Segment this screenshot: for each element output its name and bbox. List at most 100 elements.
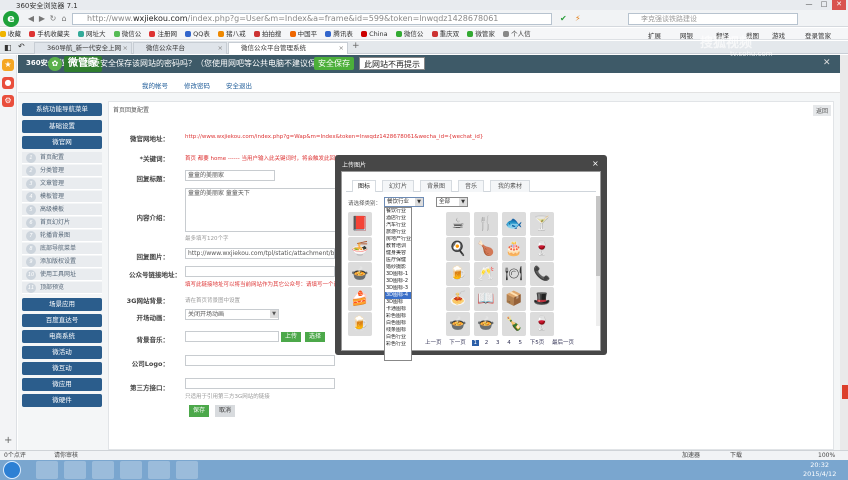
- nav-my-account[interactable]: 我的帐号: [142, 80, 168, 90]
- dropdown-option[interactable]: 彩色图标: [385, 313, 411, 320]
- bookmark-item[interactable]: 拍拍搜: [253, 28, 281, 39]
- dropdown-option[interactable]: 彩色行业: [385, 341, 411, 348]
- icon-tile[interactable]: 🍲: [446, 312, 470, 336]
- undo-close-icon[interactable]: ↶: [18, 42, 25, 51]
- icon-tile[interactable]: 🍷: [530, 312, 554, 336]
- browser-logo-icon[interactable]: e: [3, 11, 19, 27]
- feedback-badge[interactable]: [842, 385, 848, 399]
- dropdown-option[interactable]: 3D图标-4: [385, 292, 411, 299]
- home-icon[interactable]: ⌂: [59, 14, 69, 24]
- sidebar-item[interactable]: 3 文章管理: [22, 178, 102, 190]
- icon-tile[interactable]: 🎩: [530, 287, 554, 311]
- icon-tile[interactable]: 📖: [474, 287, 498, 311]
- bookmark-item[interactable]: 猪八戒: [218, 28, 246, 39]
- tab-music[interactable]: 音乐: [458, 180, 484, 192]
- sidebar-item[interactable]: 7 轮播背景图: [22, 230, 102, 242]
- refresh-icon[interactable]: ↻: [48, 14, 58, 24]
- image-url-input[interactable]: http://www.wxjiekou.com/tpl/static/attac…: [185, 248, 335, 259]
- icon-tile[interactable]: 🍺: [446, 262, 470, 286]
- system-clock[interactable]: 20:32 2015/4/12: [803, 461, 836, 479]
- games-button[interactable]: 游戏: [772, 30, 785, 40]
- sidebar-item[interactable]: 8 底部导航菜单: [22, 243, 102, 255]
- tab-wechat-platform[interactable]: 微信公众平台 ×: [133, 42, 227, 54]
- nav-logout[interactable]: 安全退出: [226, 80, 252, 90]
- music-select-button[interactable]: 选择: [305, 332, 326, 342]
- sidebar-item[interactable]: 5 高级模板: [22, 204, 102, 216]
- new-tab-icon[interactable]: +: [352, 41, 360, 51]
- category-dropdown-list[interactable]: 餐饮行业 酒店行业 汽车行业 旅游行业 房地产行业 教育培训 健身美容 医疗保健 婚纱摄影 3D图…: [384, 207, 412, 361]
- download-button[interactable]: 下载: [730, 451, 742, 460]
- scroll-thumb[interactable]: [596, 196, 600, 276]
- dropdown-option[interactable]: 3D图标-3: [385, 285, 411, 292]
- save-form-button[interactable]: 保存: [189, 405, 210, 417]
- tab-close-icon[interactable]: ×: [339, 43, 344, 54]
- icon-tile[interactable]: 🍽: [502, 262, 526, 286]
- ie-taskbar-icon[interactable]: [64, 461, 86, 479]
- dialog-close-icon[interactable]: ×: [592, 159, 599, 168]
- maximize-button[interactable]: □: [817, 0, 831, 10]
- bookmark-item[interactable]: 个人信: [503, 28, 531, 39]
- page-link[interactable]: 4: [505, 340, 513, 346]
- anim-select[interactable]: 关闭开场动画 ▼: [185, 309, 279, 320]
- lightning-icon[interactable]: ⚡: [575, 14, 581, 23]
- icon-tile[interactable]: 🍴: [474, 212, 498, 236]
- prev-page-link[interactable]: 上一页: [423, 338, 444, 346]
- icon-tile[interactable]: 📦: [502, 287, 526, 311]
- sidebar-group-interact[interactable]: 微互动: [22, 362, 102, 375]
- music-upload-button[interactable]: 上传: [281, 332, 302, 342]
- tab-icons[interactable]: 图标: [352, 180, 376, 192]
- page-link[interactable]: 1: [471, 340, 480, 346]
- favorites-star-icon[interactable]: ★: [2, 59, 14, 71]
- forward-arrow-icon[interactable]: ▶: [37, 14, 47, 24]
- site-url-value[interactable]: http://www.wxjiekou.com/index.php?g=Wap&…: [185, 134, 483, 140]
- review-status[interactable]: 请你审核: [54, 451, 78, 460]
- dialog-scrollbar[interactable]: [596, 196, 600, 326]
- icon-tile[interactable]: 🍺: [348, 312, 372, 336]
- sidebar-group-baidu[interactable]: 百度直达号: [22, 314, 102, 327]
- app-icon[interactable]: ⚙: [2, 95, 14, 107]
- tab-close-icon[interactable]: ×: [123, 43, 128, 54]
- dropdown-option[interactable]: 餐饮行业: [385, 208, 411, 215]
- sidebar-group-ecommerce[interactable]: 电商系统: [22, 330, 102, 343]
- icon-tile[interactable]: 🥂: [474, 262, 498, 286]
- tab-360nav[interactable]: 360导航_新一代安全上网 ×: [34, 42, 132, 54]
- page-link[interactable]: 2: [483, 340, 491, 346]
- bookmark-item[interactable]: 网址大: [77, 28, 105, 39]
- tab-wechat-admin[interactable]: 微信公众平台管理系统 ×: [228, 42, 348, 54]
- sidebar-item[interactable]: 1 首页配置: [22, 152, 102, 164]
- close-prompt-icon[interactable]: ✕: [823, 58, 831, 68]
- title-input[interactable]: 童童的美丽家: [185, 170, 275, 181]
- icon-tile[interactable]: 🍲: [348, 262, 372, 286]
- tab-my-materials[interactable]: 我的素材: [490, 180, 530, 192]
- sidebar-item[interactable]: 11 顶部预览: [22, 282, 102, 294]
- sidebar-item[interactable]: 9 添加版权设置: [22, 256, 102, 268]
- category-select[interactable]: 餐饮行业 ▼: [384, 197, 424, 207]
- interface-input[interactable]: [185, 378, 335, 389]
- icon-tile[interactable]: 🍜: [348, 237, 372, 261]
- bookmark-item[interactable]: 腾讯表: [325, 28, 353, 39]
- bookmark-item[interactable]: 微信公: [113, 28, 141, 39]
- tab-slides[interactable]: 幻灯片: [382, 180, 414, 192]
- sidebar-item[interactable]: 4 模板管理: [22, 191, 102, 203]
- sidebar-group-hardware[interactable]: 微硬件: [22, 394, 102, 407]
- dropdown-option[interactable]: 3D图标-1: [385, 271, 411, 278]
- bird-taskbar-icon[interactable]: [120, 461, 142, 479]
- page-link[interactable]: 5: [517, 340, 525, 346]
- dropdown-option[interactable]: 3D图标-2: [385, 278, 411, 285]
- icon-tile[interactable]: ☕: [446, 212, 470, 236]
- icon-tile[interactable]: 📞: [530, 262, 554, 286]
- dropdown-option[interactable]: 旅游行业: [385, 229, 411, 236]
- security-shield-icon[interactable]: ✔: [560, 14, 567, 23]
- intro-textarea[interactable]: 童童的美丽家 童童天下: [185, 188, 345, 232]
- nav-change-password[interactable]: 修改密码: [184, 80, 210, 90]
- bookmark-item[interactable]: China: [361, 28, 388, 39]
- subcategory-select[interactable]: 全部 ▼: [436, 197, 468, 207]
- bookmark-item[interactable]: 手机收藏夹: [29, 28, 70, 39]
- icon-tile[interactable]: 🍝: [446, 287, 470, 311]
- sidebar-item[interactable]: 2 分类管理: [22, 165, 102, 177]
- cancel-form-button[interactable]: 取消: [215, 405, 236, 417]
- accelerator-button[interactable]: 加速器: [682, 451, 700, 460]
- ebank-button[interactable]: 网银: [680, 30, 693, 40]
- start-button[interactable]: [3, 461, 21, 479]
- logo-input[interactable]: [185, 355, 335, 366]
